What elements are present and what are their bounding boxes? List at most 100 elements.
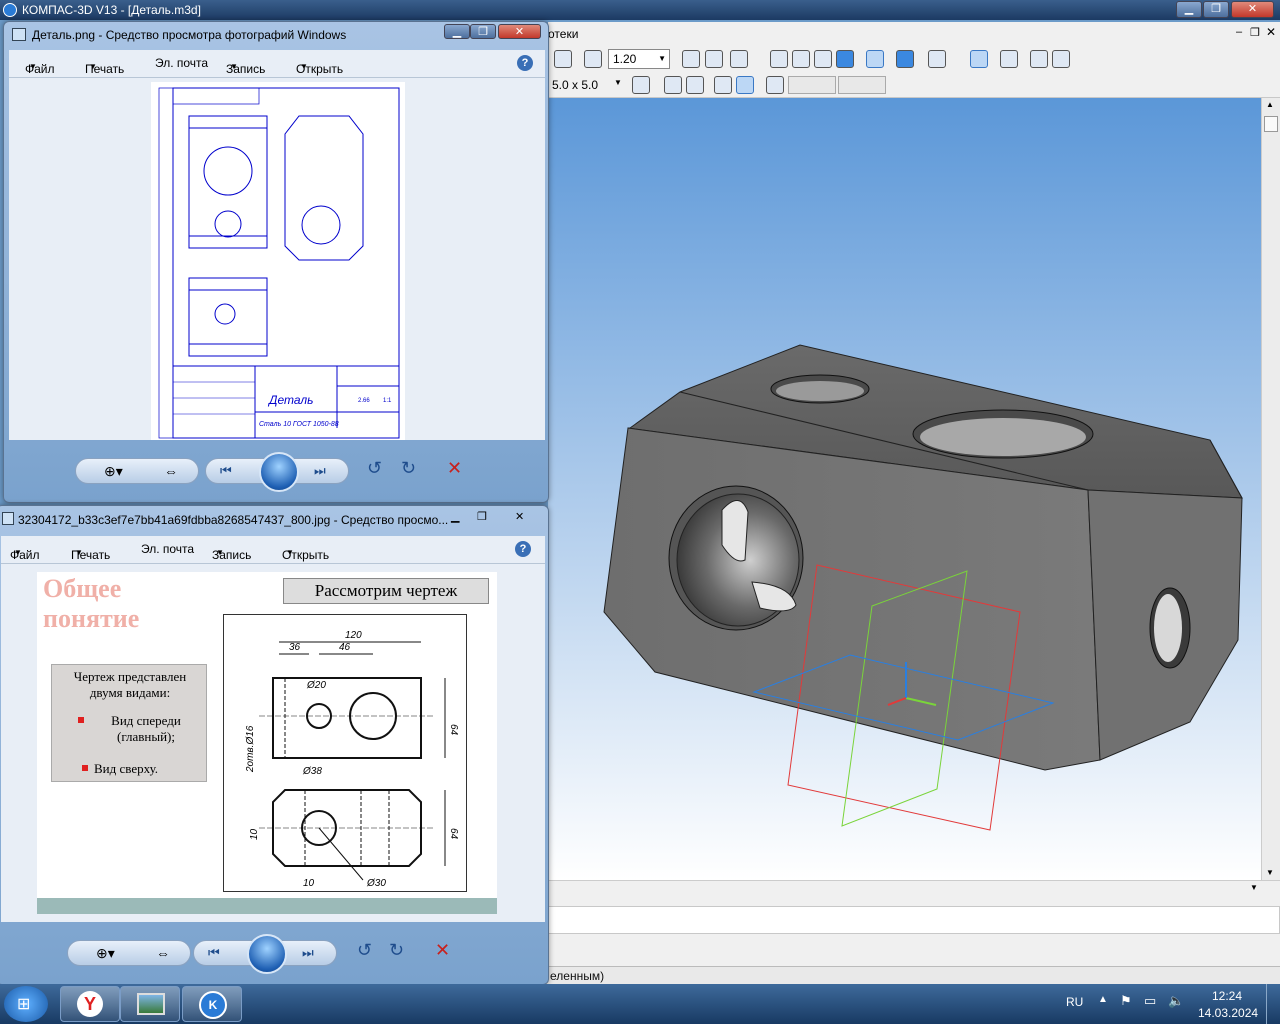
volume-icon[interactable]: 🔈 bbox=[1168, 993, 1184, 1009]
status-text: еленным) bbox=[550, 969, 605, 983]
doc-restore-icon[interactable]: ❐ bbox=[1250, 26, 1260, 39]
rotate-icon[interactable] bbox=[705, 50, 723, 68]
slideshow-button[interactable] bbox=[259, 452, 299, 492]
pan-icon[interactable] bbox=[682, 50, 700, 68]
kompas-titlebar[interactable]: КОМПАС-3D V13 - [Деталь.m3d] ▁ ❐ ✕ bbox=[0, 0, 1280, 20]
slideshow-button[interactable] bbox=[247, 934, 287, 974]
actual-size-icon[interactable]: ⇔ bbox=[156, 945, 170, 961]
svg-text:64: 64 bbox=[448, 828, 459, 840]
kompas-icon: K bbox=[199, 991, 227, 1019]
zoom-scale-select[interactable]: 1.20 ▼ bbox=[608, 49, 670, 69]
next-icon[interactable]: ⏭ bbox=[314, 463, 326, 479]
next-icon[interactable]: ⏭ bbox=[302, 945, 314, 961]
restore-button[interactable]: ❐ bbox=[1203, 1, 1229, 18]
previous-icon[interactable]: ⏮ bbox=[208, 945, 220, 961]
grid-step-value[interactable]: 5.0 x 5.0 bbox=[552, 78, 598, 92]
perspective-icon[interactable] bbox=[896, 50, 914, 68]
hidden-lines-icon[interactable] bbox=[792, 50, 810, 68]
kompas-menubar: отеки – ❐ ✕ bbox=[548, 22, 1280, 46]
scroll-thumb[interactable] bbox=[1264, 116, 1278, 132]
zoom-window-icon[interactable] bbox=[554, 50, 572, 68]
grid-step-dropdown-icon[interactable]: ▼ bbox=[614, 78, 622, 87]
svg-text:120: 120 bbox=[345, 630, 362, 641]
hidden-thin-icon[interactable] bbox=[814, 50, 832, 68]
previous-icon[interactable]: ⏮ bbox=[220, 463, 232, 479]
drawing-image: Деталь Сталь 10 ГОСТ 1050-88 2.66 1:1 bbox=[151, 82, 405, 440]
viewer2-minimize-button[interactable]: ▁ bbox=[451, 510, 459, 523]
coord-x-field[interactable] bbox=[788, 76, 836, 94]
shaded-icon[interactable] bbox=[836, 50, 854, 68]
menu-item-libraries[interactable]: отеки bbox=[548, 27, 578, 41]
help-icon[interactable]: ? bbox=[517, 55, 533, 71]
clock-date[interactable]: 14.03.2024 bbox=[1198, 1006, 1258, 1020]
svg-text:2.66: 2.66 bbox=[358, 398, 370, 404]
help-icon[interactable]: ? bbox=[515, 541, 531, 557]
rebuild-icon[interactable] bbox=[1052, 50, 1070, 68]
rotate-right-icon[interactable]: ↻ bbox=[401, 458, 416, 479]
viewer-app-icon bbox=[12, 28, 26, 41]
delete-icon[interactable]: ✕ bbox=[447, 458, 462, 479]
coordinates-icon[interactable] bbox=[766, 76, 784, 94]
taskbar-photo-viewer[interactable] bbox=[120, 986, 180, 1022]
svg-text:Деталь: Деталь bbox=[267, 393, 313, 407]
svg-text:Ø38: Ø38 bbox=[302, 766, 322, 777]
coord-y-field[interactable] bbox=[838, 76, 886, 94]
show-desktop-button[interactable] bbox=[1266, 984, 1280, 1024]
actual-size-icon[interactable]: ⇔ bbox=[164, 463, 178, 479]
3d-viewport[interactable] bbox=[548, 98, 1261, 880]
windows-logo-icon: ⊞ bbox=[17, 996, 31, 1013]
zoom-icon[interactable] bbox=[584, 50, 602, 68]
viewer1-maximize-button[interactable]: ❐ bbox=[470, 24, 496, 39]
rotate-left-icon[interactable]: ↺ bbox=[367, 458, 382, 479]
action-center-icon[interactable]: ⚑ bbox=[1120, 993, 1132, 1009]
taskbar-yandex-browser[interactable]: Y bbox=[60, 986, 120, 1022]
delete-icon[interactable]: ✕ bbox=[435, 940, 450, 961]
filter-icon[interactable] bbox=[970, 50, 988, 68]
horizontal-scrollbar[interactable]: ▼ bbox=[548, 880, 1280, 898]
svg-text:Ø30: Ø30 bbox=[366, 878, 386, 889]
minimize-button[interactable]: ▁ bbox=[1176, 1, 1202, 18]
clock-time[interactable]: 12:24 bbox=[1212, 989, 1242, 1003]
svg-text:36: 36 bbox=[289, 642, 301, 653]
snaps-on-icon[interactable] bbox=[736, 76, 754, 94]
menu-email[interactable]: Эл. почта bbox=[155, 56, 208, 70]
rotate-left-icon[interactable]: ↺ bbox=[357, 940, 372, 961]
kompas-view-toolbar: 1.20 ▼ bbox=[548, 46, 1280, 72]
svg-text:Ø20: Ø20 bbox=[306, 680, 326, 691]
viewer1-close-button[interactable]: ✕ bbox=[498, 24, 541, 39]
snap-icon[interactable] bbox=[632, 76, 650, 94]
doc-close-icon[interactable]: ✕ bbox=[1266, 25, 1276, 39]
zoom-icon[interactable]: ⊕▾ bbox=[96, 945, 115, 962]
close-button[interactable]: ✕ bbox=[1231, 1, 1274, 18]
wireframe-icon[interactable] bbox=[770, 50, 788, 68]
show-hidden-icons[interactable]: ▲ bbox=[1098, 994, 1108, 1005]
viewer2-maximize-button[interactable]: ❐ bbox=[477, 510, 487, 523]
photo-viewer-window-2[interactable]: 32304172_b33c3ef7e7bb41a69fdbba826854743… bbox=[0, 505, 549, 985]
language-indicator[interactable]: RU bbox=[1066, 995, 1083, 1009]
rotate-right-icon[interactable]: ↻ bbox=[389, 940, 404, 961]
start-button[interactable]: ⊞ bbox=[4, 986, 48, 1022]
slide-banner: Рассмотрим чертеж bbox=[283, 578, 489, 604]
properties-icon[interactable] bbox=[1030, 50, 1048, 68]
orientation-icon[interactable] bbox=[730, 50, 748, 68]
round-icon[interactable] bbox=[714, 76, 732, 94]
menu-email[interactable]: Эл. почта bbox=[141, 542, 194, 556]
measure-icon[interactable] bbox=[1000, 50, 1018, 68]
local-cs-icon[interactable] bbox=[686, 76, 704, 94]
ortho-icon[interactable] bbox=[664, 76, 682, 94]
viewer2-image-area: Общее понятие Рассмотрим чертеж Чертеж п… bbox=[1, 564, 545, 922]
viewer1-menubar: Файл ▼ Печать ▼ Эл. почта Запись ▼ Открыть ▼… bbox=[9, 50, 545, 78]
viewer1-minimize-button[interactable]: ▁ bbox=[444, 24, 470, 39]
network-icon[interactable]: ▭ bbox=[1144, 993, 1156, 1009]
doc-minimize-icon[interactable]: – bbox=[1236, 26, 1242, 38]
vertical-scrollbar[interactable]: ▲ ▼ bbox=[1261, 98, 1280, 880]
shaded-edges-icon[interactable] bbox=[866, 50, 884, 68]
taskbar-kompas[interactable]: K bbox=[182, 986, 242, 1022]
prompt-field[interactable] bbox=[548, 906, 1280, 934]
3d-model bbox=[603, 344, 1243, 831]
display-options-icon[interactable] bbox=[928, 50, 946, 68]
photo-viewer-window-1[interactable]: Деталь.png - Средство просмотра фотограф… bbox=[3, 21, 549, 503]
viewer2-close-button[interactable]: ✕ bbox=[515, 510, 524, 523]
slide-heading-2: понятие bbox=[43, 604, 140, 633]
zoom-icon[interactable]: ⊕▾ bbox=[104, 463, 123, 480]
